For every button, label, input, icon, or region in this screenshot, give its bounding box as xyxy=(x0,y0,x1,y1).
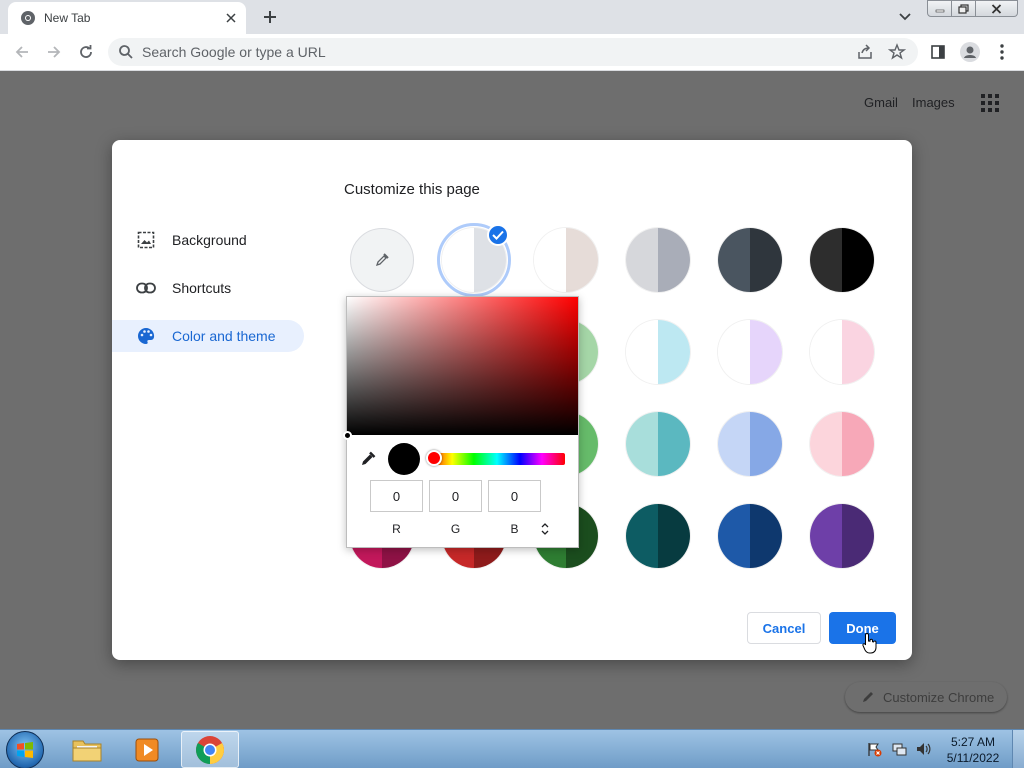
media-player-icon xyxy=(135,738,159,761)
theme-swatch[interactable] xyxy=(718,228,782,292)
theme-swatch[interactable] xyxy=(626,412,690,476)
format-toggle-icon[interactable] xyxy=(540,523,550,535)
theme-swatch[interactable] xyxy=(718,504,782,568)
theme-swatch[interactable] xyxy=(626,228,690,292)
theme-swatch[interactable] xyxy=(626,320,690,384)
profile-avatar-icon xyxy=(960,42,980,62)
close-icon xyxy=(991,3,1002,14)
menu-item-label: Background xyxy=(172,232,247,248)
red-value-input[interactable] xyxy=(370,480,423,512)
windows-taskbar: 5:27 AM 5/11/2022 xyxy=(0,729,1024,768)
restore-button[interactable] xyxy=(952,0,976,17)
images-link[interactable]: Images xyxy=(912,95,955,110)
customize-dialog: Customize this page Background Shortcuts… xyxy=(112,140,912,660)
pencil-icon xyxy=(863,692,873,702)
network-icon[interactable] xyxy=(891,741,907,757)
plus-icon xyxy=(264,11,276,23)
theme-swatch[interactable] xyxy=(718,320,782,384)
eyedropper-icon xyxy=(375,253,389,267)
google-apps-icon[interactable] xyxy=(980,93,1000,113)
theme-swatch[interactable] xyxy=(810,504,874,568)
selected-check-icon xyxy=(487,224,509,246)
browser-toolbar: Search Google or type a URL xyxy=(0,34,1024,71)
palette-icon xyxy=(136,326,156,346)
menu-item-color-and-theme[interactable]: Color and theme xyxy=(112,320,304,352)
cancel-button[interactable]: Cancel xyxy=(747,612,821,644)
green-value-input[interactable] xyxy=(429,480,482,512)
omnibox-placeholder: Search Google or type a URL xyxy=(142,44,326,60)
start-button[interactable] xyxy=(6,731,44,768)
side-panel-icon xyxy=(931,45,945,59)
menu-button[interactable] xyxy=(990,40,1014,64)
theme-swatch[interactable] xyxy=(810,320,874,384)
menu-item-label: Shortcuts xyxy=(172,280,232,296)
theme-swatch[interactable] xyxy=(626,504,690,568)
action-center-flag-icon[interactable] xyxy=(866,741,882,757)
green-label: G xyxy=(450,522,461,536)
customize-chrome-label: Customize Chrome xyxy=(883,689,995,705)
link-icon xyxy=(136,278,156,298)
tab-strip: New Tab xyxy=(0,0,1024,34)
hue-slider-handle[interactable] xyxy=(426,450,442,466)
tab-title: New Tab xyxy=(44,11,91,25)
profile-button[interactable] xyxy=(958,40,982,64)
menu-item-background[interactable]: Background xyxy=(112,224,304,256)
more-vert-icon xyxy=(1000,44,1004,60)
red-label: R xyxy=(392,522,401,536)
current-color-preview xyxy=(388,443,420,475)
show-desktop-button[interactable] xyxy=(1012,730,1024,768)
menu-item-label: Color and theme xyxy=(172,328,276,344)
chrome-icon xyxy=(196,735,224,764)
clock-time[interactable]: 5:27 AM xyxy=(944,735,1002,749)
blue-value-input[interactable] xyxy=(488,480,541,512)
gmail-link[interactable]: Gmail xyxy=(864,95,898,110)
chrome-favicon-icon xyxy=(21,11,35,25)
window-controls xyxy=(927,0,1018,18)
bookmark-star-icon[interactable] xyxy=(888,43,906,61)
folder-icon xyxy=(72,740,102,761)
tab-new-tab[interactable]: New Tab xyxy=(8,2,246,34)
taskbar-chrome[interactable] xyxy=(181,731,239,768)
reload-icon xyxy=(80,45,92,58)
eyedropper-icon[interactable] xyxy=(359,450,377,468)
customize-chrome-button[interactable]: Customize Chrome xyxy=(845,682,1007,712)
arrow-right-icon xyxy=(48,46,61,58)
arrow-left-icon xyxy=(15,46,28,58)
theme-swatch[interactable] xyxy=(534,228,598,292)
color-picker-popup: R G B xyxy=(343,296,579,548)
theme-swatch[interactable] xyxy=(810,412,874,476)
hand-cursor-icon xyxy=(862,632,877,654)
omnibox[interactable]: Search Google or type a URL xyxy=(108,38,918,66)
volume-icon[interactable] xyxy=(915,741,931,757)
new-tab-button[interactable] xyxy=(259,6,281,28)
theme-swatch[interactable] xyxy=(718,412,782,476)
tab-search-button[interactable] xyxy=(895,8,915,26)
search-icon xyxy=(119,45,133,59)
dialog-title: Customize this page xyxy=(344,181,480,198)
hue-slider[interactable] xyxy=(429,453,565,465)
blue-label: B xyxy=(510,522,519,536)
minimize-icon xyxy=(935,9,944,12)
tab-close-button[interactable] xyxy=(221,8,241,28)
chevron-down-icon xyxy=(899,13,911,21)
theme-swatch[interactable] xyxy=(810,228,874,292)
close-window-button[interactable] xyxy=(976,0,1018,17)
close-icon xyxy=(226,13,236,23)
side-panel-button[interactable] xyxy=(926,40,950,64)
share-icon[interactable] xyxy=(856,43,874,61)
custom-color-swatch[interactable] xyxy=(350,228,414,292)
saturation-value-handle[interactable] xyxy=(343,431,352,440)
taskbar-explorer[interactable] xyxy=(58,731,116,768)
clock-date[interactable]: 5/11/2022 xyxy=(944,751,1002,765)
restore-icon xyxy=(958,3,969,14)
taskbar-media-player[interactable] xyxy=(118,731,176,768)
menu-item-shortcuts[interactable]: Shortcuts xyxy=(112,272,304,304)
forward-button[interactable] xyxy=(42,40,66,64)
windows-logo-icon xyxy=(17,742,33,758)
minimize-button[interactable] xyxy=(927,0,952,17)
reload-button[interactable] xyxy=(74,40,98,64)
image-icon xyxy=(136,230,156,250)
saturation-value-area[interactable] xyxy=(347,297,578,435)
back-button[interactable] xyxy=(10,40,34,64)
